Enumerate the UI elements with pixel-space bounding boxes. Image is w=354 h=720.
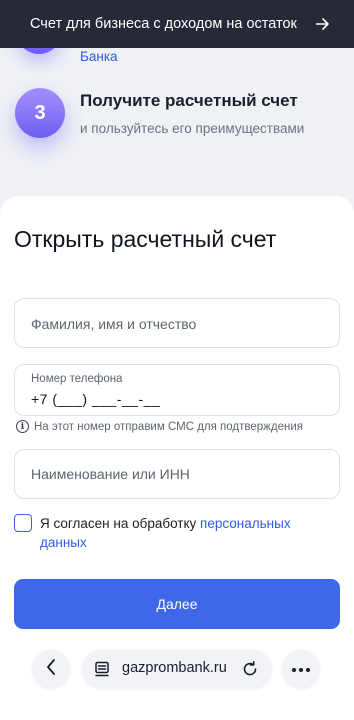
- next-button[interactable]: Далее: [14, 579, 340, 629]
- consent-checkbox[interactable]: [14, 514, 32, 532]
- phone-hint-text: На этот номер отправим СМС для подтвержд…: [34, 420, 303, 433]
- phone-value: +7 (___) ___-__-__: [31, 391, 161, 407]
- consent-text: Я согласен на обработку персональных дан…: [40, 514, 340, 552]
- info-icon: i: [16, 420, 29, 433]
- browser-toolbar: gazprombank.ru: [0, 642, 354, 720]
- address-bar[interactable]: gazprombank.ru: [82, 650, 272, 688]
- url-text: gazprombank.ru: [122, 660, 227, 676]
- org-name-inn-placeholder: Наименование или ИНН: [31, 466, 190, 482]
- promo-banner[interactable]: Счет для бизнеса с доходом на остаток: [0, 0, 354, 48]
- phone-hint: i На этот номер отправим СМС для подтвер…: [16, 420, 303, 433]
- promo-banner-text: Счет для бизнеса с доходом на остаток: [30, 16, 297, 32]
- form-title: Открыть расчетный счет: [14, 226, 277, 252]
- step-2-link-tail[interactable]: Банка: [80, 48, 118, 66]
- account-form-card: Открыть расчетный счет Фамилия, имя и от…: [0, 196, 354, 720]
- full-name-field[interactable]: Фамилия, имя и отчество: [14, 298, 340, 348]
- step-3-circle: 3: [15, 88, 65, 138]
- phone-label: Номер телефона: [31, 373, 123, 385]
- org-name-inn-field[interactable]: Наименование или ИНН: [14, 449, 340, 499]
- more-icon: [291, 660, 311, 678]
- reload-icon[interactable]: [241, 660, 259, 683]
- full-name-placeholder: Фамилия, имя и отчество: [31, 316, 197, 332]
- arrow-right-icon: [315, 15, 330, 33]
- page-icon: [94, 661, 110, 682]
- step-3-subtitle: и пользуйтесь его преимуществами: [80, 121, 305, 136]
- more-button[interactable]: [282, 650, 320, 688]
- phone-field[interactable]: Номер телефона +7 (___) ___-__-__: [14, 364, 340, 416]
- consent-label: Я согласен на обработку: [40, 516, 201, 531]
- step-3-title: Получите расчетный счет: [80, 91, 298, 110]
- chevron-left-icon: [46, 658, 56, 680]
- back-button[interactable]: [32, 650, 70, 688]
